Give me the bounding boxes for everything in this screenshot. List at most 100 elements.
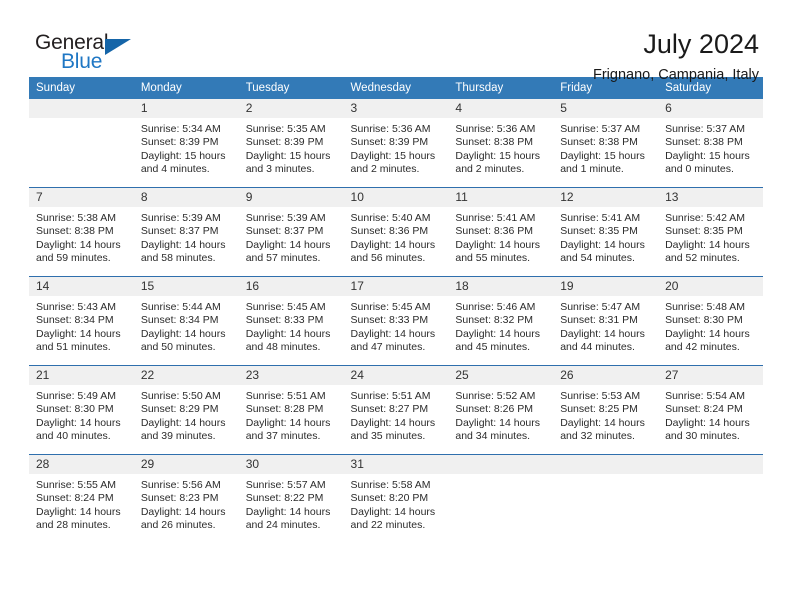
day-cell[interactable]: 15 Sunrise: 5:44 AM Sunset: 8:34 PM Dayligh… [133, 277, 239, 365]
day-number: 3 [343, 99, 449, 118]
day-cell[interactable]: 12 Sunrise: 5:41 AM Sunset: 8:35 PM Dayligh… [553, 188, 659, 276]
day-sun-info: Sunrise: 5:57 AM Sunset: 8:22 PM Daylight:… [239, 474, 344, 533]
day-number: 20 [658, 277, 763, 296]
day-cell[interactable]: 27 Sunrise: 5:54 AM Sunset: 8:24 PM Dayligh… [658, 366, 763, 454]
day-cell[interactable]: 23 Sunrise: 5:51 AM Sunset: 8:28 PM Dayligh… [238, 366, 344, 454]
daylight-text-line2: and 0 minutes. [665, 163, 734, 176]
weekday-header-monday: Monday [133, 77, 239, 99]
sunrise-text: Sunrise: 5:37 AM [665, 123, 746, 135]
calendar-week-row: 28 Sunrise: 5:55 AM Sunset: 8:24 PM Dayligh… [29, 454, 763, 543]
day-cell-empty [553, 455, 659, 543]
sunset-text: Sunset: 8:34 PM [140, 314, 219, 327]
daylight-text-line2: and 4 minutes. [140, 163, 210, 176]
daylight-text-line2: and 40 minutes. [36, 430, 111, 443]
day-cell[interactable]: 7 Sunrise: 5:38 AM Sunset: 8:38 PM Daylight… [29, 188, 134, 276]
sunrise-text: Sunrise: 5:53 AM [560, 390, 641, 402]
day-cell[interactable]: 5 Sunrise: 5:37 AM Sunset: 8:38 PM Daylight… [553, 99, 659, 187]
day-number: 28 [29, 455, 134, 474]
day-cell[interactable]: 8 Sunrise: 5:39 AM Sunset: 8:37 PM Daylight… [133, 188, 239, 276]
daylight-text-line1: Daylight: 14 hours [560, 416, 645, 429]
day-number: 9 [238, 188, 344, 207]
day-number: 26 [553, 366, 659, 385]
sunrise-text: Sunrise: 5:36 AM [455, 123, 536, 135]
day-number: 18 [448, 277, 554, 296]
daylight-text-line2: and 26 minutes. [140, 519, 216, 532]
sunrise-text: Sunrise: 5:56 AM [140, 479, 221, 491]
day-number: 21 [29, 366, 134, 385]
sunrise-text: Sunrise: 5:37 AM [560, 123, 641, 135]
day-sun-info: Sunrise: 5:37 AM Sunset: 8:38 PM Daylight:… [553, 118, 658, 177]
sunrise-text: Sunrise: 5:57 AM [245, 479, 326, 491]
calendar-week-row: 7 Sunrise: 5:38 AM Sunset: 8:38 PM Daylight… [29, 187, 763, 277]
day-cell[interactable]: 11 Sunrise: 5:41 AM Sunset: 8:36 PM Dayligh… [448, 188, 554, 276]
daylight-text-line1: Daylight: 14 hours [665, 238, 750, 251]
sunrise-text: Sunrise: 5:42 AM [665, 212, 746, 224]
day-cell[interactable]: 19 Sunrise: 5:47 AM Sunset: 8:31 PM Dayligh… [553, 277, 659, 365]
day-sun-info: Sunrise: 5:44 AM Sunset: 8:34 PM Daylight:… [134, 296, 239, 355]
day-number: 17 [343, 277, 449, 296]
sunset-text: Sunset: 8:35 PM [560, 225, 638, 238]
day-sun-info: Sunrise: 5:50 AM Sunset: 8:29 PM Daylight:… [134, 385, 239, 444]
sunset-text: Sunset: 8:30 PM [665, 314, 743, 327]
sunrise-text: Sunrise: 5:48 AM [665, 301, 746, 313]
daylight-text-line1: Daylight: 14 hours [665, 327, 750, 340]
day-cell[interactable]: 16 Sunrise: 5:45 AM Sunset: 8:33 PM Dayligh… [238, 277, 344, 365]
day-number [448, 455, 554, 474]
day-cell[interactable]: 18 Sunrise: 5:46 AM Sunset: 8:32 PM Dayligh… [448, 277, 554, 365]
sunset-text: Sunset: 8:33 PM [350, 314, 429, 327]
daylight-text-line1: Daylight: 14 hours [245, 416, 331, 429]
day-cell-empty [658, 455, 763, 543]
daylight-text-line1: Daylight: 15 hours [455, 149, 541, 162]
daylight-text-line2: and 34 minutes. [455, 430, 531, 443]
day-cell[interactable]: 30 Sunrise: 5:57 AM Sunset: 8:22 PM Dayligh… [238, 455, 344, 543]
day-sun-info: Sunrise: 5:36 AM Sunset: 8:39 PM Daylight:… [344, 118, 449, 177]
daylight-text-line1: Daylight: 14 hours [560, 238, 645, 251]
day-cell[interactable]: 13 Sunrise: 5:42 AM Sunset: 8:35 PM Dayligh… [658, 188, 763, 276]
day-sun-info: Sunrise: 5:36 AM Sunset: 8:38 PM Daylight:… [448, 118, 553, 177]
calendar-week-row: 1 Sunrise: 5:34 AM Sunset: 8:39 PM Daylight… [29, 99, 763, 188]
sunrise-text: Sunrise: 5:41 AM [560, 212, 641, 224]
day-cell[interactable]: 29 Sunrise: 5:56 AM Sunset: 8:23 PM Dayligh… [133, 455, 239, 543]
sunrise-text: Sunrise: 5:39 AM [245, 212, 326, 224]
day-cell[interactable]: 1 Sunrise: 5:34 AM Sunset: 8:39 PM Daylight… [133, 99, 239, 187]
daylight-text-line2: and 51 minutes. [36, 341, 111, 354]
day-cell[interactable]: 9 Sunrise: 5:39 AM Sunset: 8:37 PM Daylight… [238, 188, 344, 276]
sunrise-text: Sunrise: 5:51 AM [245, 390, 326, 402]
day-cell[interactable]: 6 Sunrise: 5:37 AM Sunset: 8:38 PM Daylight… [658, 99, 763, 187]
day-cell[interactable]: 3 Sunrise: 5:36 AM Sunset: 8:39 PM Daylight… [343, 99, 449, 187]
daylight-text-line1: Daylight: 14 hours [455, 416, 541, 429]
daylight-text-line2: and 54 minutes. [560, 252, 635, 265]
sunset-text: Sunset: 8:33 PM [245, 314, 324, 327]
sunset-text: Sunset: 8:36 PM [455, 225, 534, 238]
daylight-text-line1: Daylight: 14 hours [140, 238, 226, 251]
day-cell[interactable]: 21 Sunrise: 5:49 AM Sunset: 8:30 PM Dayligh… [29, 366, 134, 454]
day-sun-info: Sunrise: 5:41 AM Sunset: 8:36 PM Daylight:… [448, 207, 553, 266]
day-cell[interactable]: 10 Sunrise: 5:40 AM Sunset: 8:36 PM Dayligh… [343, 188, 449, 276]
day-cell[interactable]: 20 Sunrise: 5:48 AM Sunset: 8:30 PM Dayligh… [658, 277, 763, 365]
day-cell[interactable]: 25 Sunrise: 5:52 AM Sunset: 8:26 PM Dayligh… [448, 366, 554, 454]
day-cell[interactable]: 17 Sunrise: 5:45 AM Sunset: 8:33 PM Dayligh… [343, 277, 449, 365]
day-cell[interactable]: 2 Sunrise: 5:35 AM Sunset: 8:39 PM Daylight… [238, 99, 344, 187]
day-cell[interactable]: 22 Sunrise: 5:50 AM Sunset: 8:29 PM Dayligh… [133, 366, 239, 454]
sunrise-text: Sunrise: 5:43 AM [36, 301, 116, 313]
day-cell[interactable]: 26 Sunrise: 5:53 AM Sunset: 8:25 PM Dayligh… [553, 366, 659, 454]
daylight-text-line2: and 1 minute. [560, 163, 624, 176]
daylight-text-line2: and 58 minutes. [140, 252, 216, 265]
sunset-text: Sunset: 8:26 PM [455, 403, 534, 416]
sunrise-text: Sunrise: 5:47 AM [560, 301, 641, 313]
day-cell[interactable]: 28 Sunrise: 5:55 AM Sunset: 8:24 PM Dayligh… [29, 455, 134, 543]
general-blue-logo[interactable]: General Blue [29, 30, 149, 82]
daylight-text-line2: and 2 minutes. [350, 163, 420, 176]
day-cell[interactable]: 14 Sunrise: 5:43 AM Sunset: 8:34 PM Dayligh… [29, 277, 134, 365]
weekday-header-thursday: Thursday [448, 77, 554, 99]
daylight-text-line2: and 47 minutes. [350, 341, 426, 354]
day-number [553, 455, 659, 474]
day-cell[interactable]: 24 Sunrise: 5:51 AM Sunset: 8:27 PM Dayligh… [343, 366, 449, 454]
day-number: 31 [343, 455, 449, 474]
day-sun-info: Sunrise: 5:38 AM Sunset: 8:38 PM Daylight:… [29, 207, 134, 266]
day-sun-info: Sunrise: 5:34 AM Sunset: 8:39 PM Daylight:… [134, 118, 239, 177]
daylight-text-line2: and 3 minutes. [245, 163, 315, 176]
day-cell[interactable]: 31 Sunrise: 5:58 AM Sunset: 8:20 PM Dayligh… [343, 455, 449, 543]
day-cell[interactable]: 4 Sunrise: 5:36 AM Sunset: 8:38 PM Daylight… [448, 99, 554, 187]
sunrise-text: Sunrise: 5:38 AM [36, 212, 116, 224]
